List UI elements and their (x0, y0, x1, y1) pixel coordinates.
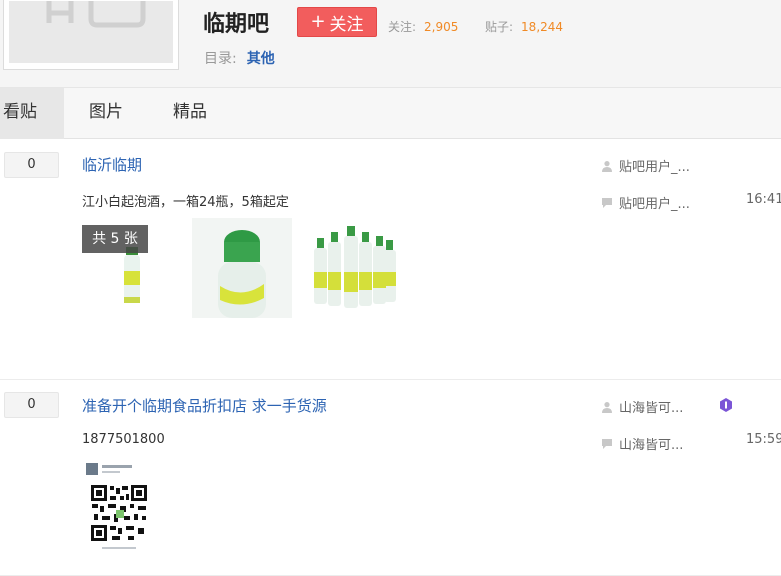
thread-title-link[interactable]: 临沂临期 (82, 154, 142, 175)
follow-button-label: 关注 (329, 14, 364, 35)
follow-count-label: 关注: (388, 20, 417, 34)
bottle-group-image (314, 226, 396, 308)
thread-image-bottle-group[interactable] (302, 220, 402, 316)
qr-code-image (82, 458, 154, 554)
thread-last-replier-name: 山海皆可... (619, 438, 684, 453)
reply-count-badge: 0 (4, 152, 59, 178)
comment-icon (602, 438, 612, 449)
forum-avatar[interactable] (3, 0, 179, 70)
forum-name: 临期吧 (203, 12, 270, 37)
thread-item[interactable]: 0 准备开个临期食品折扣店 求一手货源 1877501800 山海皆可... 山… (0, 380, 781, 576)
follow-count-value: 2,905 (424, 20, 459, 34)
thread-last-reply[interactable]: 山海皆可... (601, 434, 683, 453)
thread-last-reply[interactable]: 贴吧用户_... (601, 193, 690, 212)
post-count-stat: 贴子: 18,244 (485, 18, 563, 35)
follow-count-stat: 关注: 2,905 (388, 18, 458, 35)
catalog-link[interactable]: 其他 (247, 51, 275, 67)
forum-catalog: 目录: 其他 (204, 48, 275, 68)
tab-images[interactable]: 图片 (89, 88, 123, 139)
thread-image-qr-card[interactable] (82, 458, 154, 554)
forum-avatar-glyph-icon (46, 1, 146, 28)
thread-item[interactable]: 0 临沂临期 江小白起泡酒，一箱24瓶，5箱起定 贴吧用户_... 贴吧用户_.… (0, 140, 781, 380)
thread-abstract: 1877501800 (82, 432, 165, 447)
forum-tabs: 看贴 图片 精品 (0, 88, 781, 139)
reply-count-badge: 0 (4, 392, 59, 418)
plus-icon: + (310, 11, 326, 32)
tab-threads[interactable]: 看贴 (0, 88, 64, 139)
forum-header: 临期吧 + 关注 关注: 2,905 贴子: 18,244 目录: 其他 (0, 0, 781, 88)
thread-image-bottle-top[interactable] (192, 218, 292, 318)
thread-last-replier-name: 贴吧用户_... (619, 197, 690, 212)
bottle-closeup-image (192, 218, 292, 318)
thread-time: 16:41 (746, 192, 781, 207)
tab-featured[interactable]: 精品 (173, 88, 207, 139)
comment-icon (602, 197, 612, 208)
image-count-badge: 共 5 张 (82, 225, 148, 253)
post-count-label: 贴子: (485, 20, 514, 34)
user-icon (602, 401, 612, 413)
thread-abstract: 江小白起泡酒，一箱24瓶，5箱起定 (82, 195, 289, 210)
thread-title-link[interactable]: 准备开个临期食品折扣店 求一手货源 (82, 395, 327, 416)
level-badge-icon (720, 398, 732, 412)
forum-avatar-placeholder (9, 1, 173, 63)
thread-time: 15:59 (746, 432, 781, 447)
thread-author-name: 山海皆可... (619, 401, 684, 416)
thread-author[interactable]: 贴吧用户_... (601, 156, 690, 175)
post-count-value: 18,244 (521, 20, 564, 34)
follow-button[interactable]: + 关注 (297, 7, 377, 37)
catalog-label: 目录: (204, 51, 237, 67)
user-icon (602, 160, 612, 172)
thread-author[interactable]: 山海皆可... (601, 397, 683, 416)
thread-author-name: 贴吧用户_... (619, 160, 690, 175)
